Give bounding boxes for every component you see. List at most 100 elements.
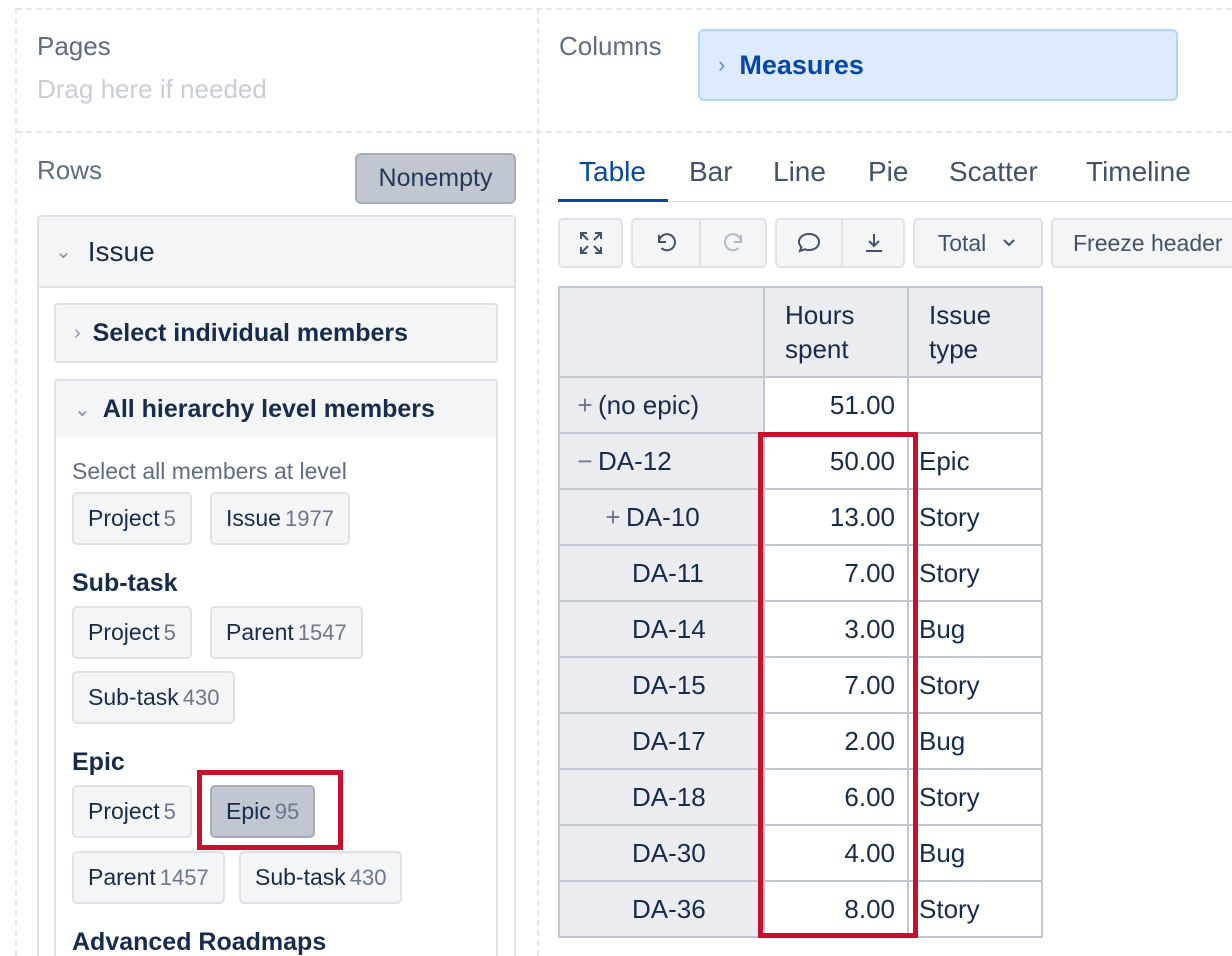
column-header-issue-type[interactable]: Issue type	[907, 286, 1043, 378]
undo-button[interactable]	[633, 220, 699, 266]
active-tab-indicator	[558, 199, 668, 202]
comment-button[interactable]	[777, 220, 841, 266]
row-header[interactable]: + DA-10	[558, 488, 765, 546]
type-cell[interactable]: Epic	[907, 432, 1043, 490]
row-label: DA-18	[632, 781, 706, 812]
type-cell[interactable]: Bug	[907, 600, 1043, 658]
select-individual-members-accordion[interactable]: › Select individual members	[54, 303, 498, 363]
type-cell[interactable]: Bug	[907, 712, 1043, 770]
fullscreen-button[interactable]	[558, 218, 623, 268]
type-cell[interactable]	[907, 376, 1043, 434]
chip-label: Parent	[226, 619, 294, 645]
hierarchy-level-members-accordion[interactable]: ⌄ All hierarchy level members	[54, 379, 498, 439]
collapse-icon[interactable]: −	[572, 446, 598, 477]
hours-cell[interactable]: 51.00	[763, 376, 909, 434]
level-chip-epic-project[interactable]: Project 5	[72, 785, 192, 838]
row-label: DA-11	[632, 557, 704, 588]
undo-icon	[658, 233, 676, 252]
row-header[interactable]: DA-30	[558, 824, 765, 882]
hours-cell[interactable]: 4.00	[763, 824, 909, 882]
row-label: DA-17	[632, 725, 706, 756]
export-button[interactable]	[843, 220, 905, 266]
hours-cell[interactable]: 50.00	[763, 432, 909, 490]
select-individual-members-label: Select individual members	[92, 318, 409, 347]
expand-icon[interactable]: +	[600, 502, 626, 533]
pages-title: Pages	[37, 31, 111, 61]
chip-label: Sub-task	[255, 864, 346, 890]
row-label: DA-14	[632, 613, 706, 644]
hours-cell[interactable]: 2.00	[763, 712, 909, 770]
table-row: DA-18 6.00 Story	[558, 768, 1043, 826]
tab-line[interactable]: Line	[773, 156, 826, 188]
type-cell[interactable]: Story	[907, 880, 1043, 938]
table-row: − DA-12 50.00 Epic	[558, 432, 1043, 490]
table-row: DA-15 7.00 Story	[558, 656, 1043, 714]
tab-pie[interactable]: Pie	[868, 156, 908, 188]
freeze-header-button[interactable]: Freeze header	[1051, 218, 1232, 268]
hours-cell[interactable]: 3.00	[763, 600, 909, 658]
report-table: Hours spent Issue type + (no epic) 51.00 …	[558, 286, 1043, 938]
level-chip-subtask-project[interactable]: Project 5	[72, 606, 192, 659]
measures-dimension-pill[interactable]: › Measures	[698, 29, 1178, 101]
hours-cell[interactable]: 13.00	[763, 488, 909, 546]
row-label: (no epic)	[598, 389, 700, 420]
column-header-hours-spent[interactable]: Hours spent	[763, 286, 909, 378]
chip-count: 95	[274, 798, 300, 824]
level-chip-subtask-subtask[interactable]: Sub-task 430	[72, 671, 236, 724]
chip-count: 5	[163, 505, 176, 531]
header-line: Hours	[785, 300, 855, 330]
tab-bar[interactable]: Bar	[689, 156, 733, 188]
columns-title: Columns	[559, 31, 662, 61]
type-cell[interactable]: Story	[907, 544, 1043, 602]
undo-redo-group	[631, 218, 767, 268]
header-line: Issue	[929, 300, 992, 330]
chip-count: 5	[163, 619, 176, 645]
type-cell[interactable]: Story	[907, 656, 1043, 714]
table-row: + (no epic) 51.00	[558, 376, 1043, 434]
level-chip-epic-epic[interactable]: Epic 95	[210, 785, 316, 838]
row-header[interactable]: DA-11	[558, 544, 765, 602]
level-chip-project[interactable]: Project 5	[72, 492, 192, 545]
chip-label: Epic	[226, 798, 271, 824]
chevron-right-icon: ›	[74, 321, 81, 344]
row-header[interactable]: DA-17	[558, 712, 765, 770]
tab-timeline[interactable]: Timeline	[1086, 156, 1191, 188]
hours-cell[interactable]: 6.00	[763, 768, 909, 826]
level-chip-epic-parent[interactable]: Parent 1457	[72, 851, 225, 904]
row-header[interactable]: − DA-12	[558, 432, 765, 490]
redo-button[interactable]	[701, 220, 767, 266]
chip-count: 430	[349, 864, 387, 890]
rows-divider	[16, 131, 1232, 133]
hours-cell[interactable]: 7.00	[763, 544, 909, 602]
row-header[interactable]: DA-36	[558, 880, 765, 938]
chip-label: Project	[88, 505, 160, 531]
expand-icon[interactable]: +	[572, 390, 598, 421]
hours-cell[interactable]: 7.00	[763, 656, 909, 714]
tab-table[interactable]: Table	[579, 156, 646, 188]
row-header[interactable]: DA-14	[558, 600, 765, 658]
total-dropdown[interactable]: Total	[913, 218, 1043, 268]
corner-cell	[558, 286, 765, 378]
row-header[interactable]: + (no epic)	[558, 376, 765, 434]
chevron-down-icon: ⌄	[74, 398, 91, 421]
download-icon	[866, 234, 882, 252]
issue-dimension-title: Issue	[87, 235, 155, 267]
pages-drop-hint[interactable]: Drag here if needed	[37, 74, 267, 105]
type-cell[interactable]: Bug	[907, 824, 1043, 882]
nonempty-button[interactable]: Nonempty	[355, 153, 516, 204]
row-header[interactable]: DA-18	[558, 768, 765, 826]
chip-label: Parent	[88, 864, 156, 890]
row-header[interactable]: DA-15	[558, 656, 765, 714]
hours-cell[interactable]: 8.00	[763, 880, 909, 938]
level-chip-epic-subtask[interactable]: Sub-task 430	[239, 851, 403, 904]
tab-scatter[interactable]: Scatter	[949, 156, 1038, 188]
issue-dimension-header[interactable]: ⌄ Issue	[39, 217, 514, 288]
type-cell[interactable]: Story	[907, 768, 1043, 826]
level-chip-issue[interactable]: Issue 1977	[210, 492, 350, 545]
row-label: DA-30	[632, 837, 706, 868]
comment-export-group	[775, 218, 905, 268]
type-cell[interactable]: Story	[907, 488, 1043, 546]
total-label: Total	[937, 229, 987, 256]
table-row: DA-36 8.00 Story	[558, 880, 1043, 938]
level-chip-subtask-parent[interactable]: Parent 1547	[210, 606, 363, 659]
